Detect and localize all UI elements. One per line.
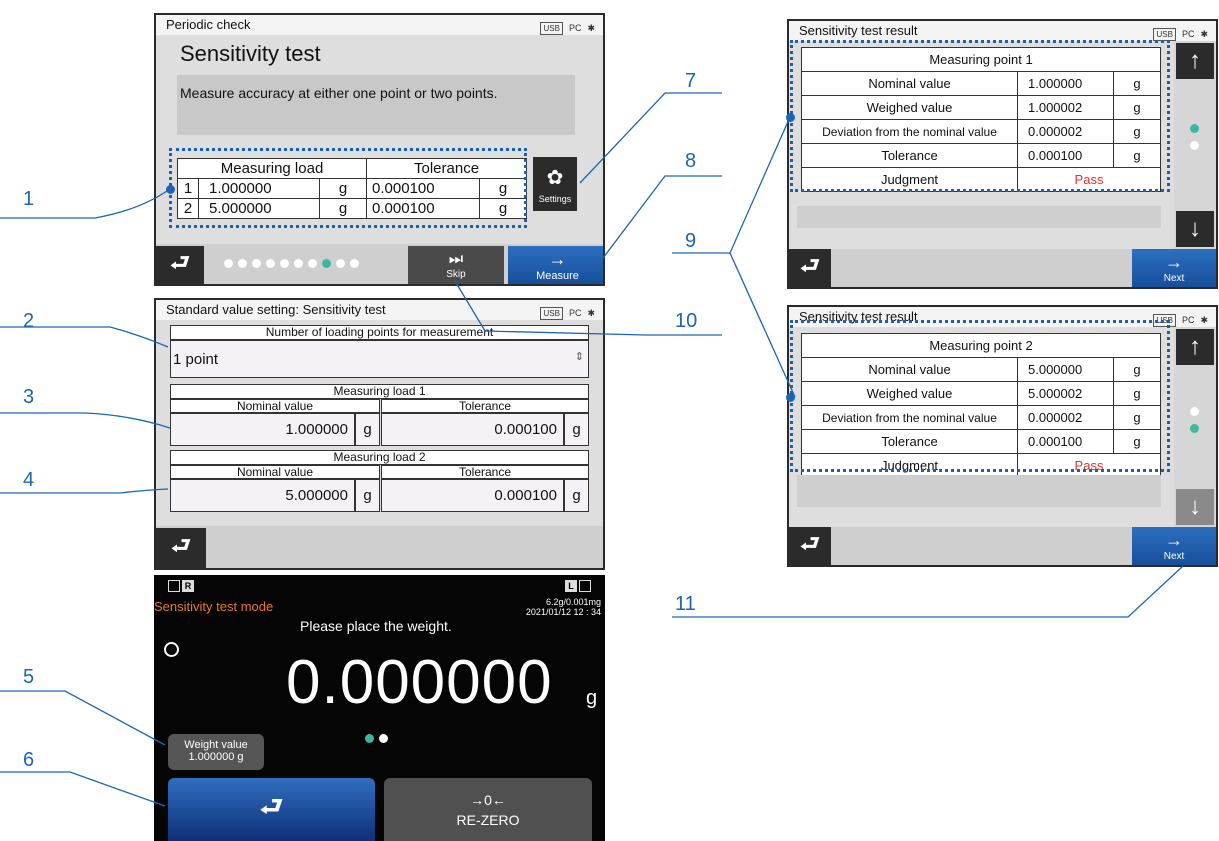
callout-marker: [786, 113, 795, 122]
callout-number: 7: [685, 70, 697, 92]
callout-number: 8: [685, 150, 697, 172]
callout-number: 10: [675, 310, 698, 332]
callout-marker: [166, 185, 175, 194]
callout-number: 5: [23, 666, 35, 688]
callout-number: 9: [685, 230, 697, 252]
callout-number: 11: [675, 593, 696, 615]
callout-number: 4: [23, 469, 35, 491]
callout-number: 2: [23, 310, 35, 332]
callout-number: 3: [23, 386, 35, 408]
callout-number: 1: [23, 188, 35, 210]
callout-lines: [0, 92, 1184, 807]
callout-number: 6: [23, 749, 35, 771]
callout-marker: [786, 393, 795, 402]
